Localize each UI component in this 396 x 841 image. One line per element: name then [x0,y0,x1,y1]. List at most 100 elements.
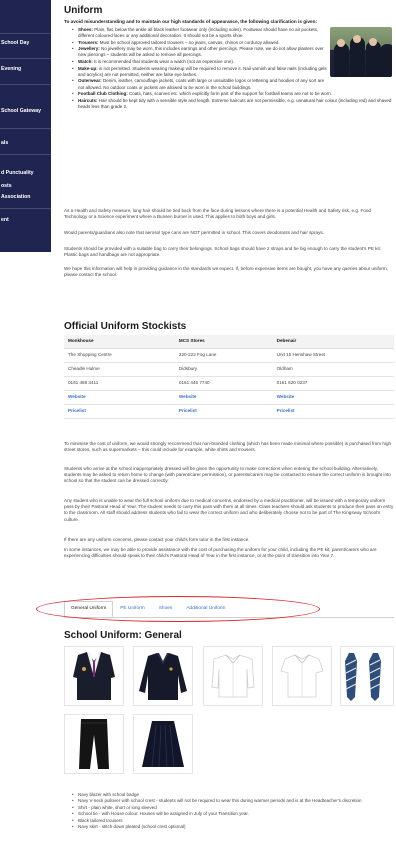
rule-item: Shoes: Plain, flat, below the ankle all … [72,27,328,39]
student-figure [380,44,392,77]
concerns-paragraph: If there are any uniform concerns, pleas… [64,537,250,542]
rule-text: Coats, hats, scarves etc. which explicit… [129,91,332,97]
rule-text: It is recommended that students wear a w… [94,59,235,65]
rule-item: Trousers: Must be school approved tailor… [72,40,328,46]
table-header-row: Monkhouse MCS Stores Debenair [64,335,394,349]
sidebar-item-association[interactable]: Association [0,194,51,201]
table-row: Cheadle Hulme Didsbury Oldham [64,362,394,377]
pricelist-link[interactable]: Pricelist [64,404,175,419]
rule-text: Hair should be kept tidy with a sensible… [78,97,392,109]
table-cell: 0161 488 3411 [64,376,175,391]
sidebar-item-costs[interactable]: osts [0,183,51,190]
skirt-image[interactable] [133,714,193,774]
table-cell: Cheadle Hulme [64,362,175,377]
rule-term: Jewellery: [78,46,100,52]
rule-term: Make-up: [78,65,98,71]
table-cell: Oldham [272,362,394,377]
sidebar-item-ent[interactable]: ent [0,217,51,224]
list-item: Shirt - plain white, short or long sleev… [72,805,394,811]
student-face [337,39,345,47]
rule-term: Outerwear: [78,78,102,84]
list-item: Navy skirt - stitch down pleated (school… [72,824,394,830]
sidebar-divider [0,128,51,129]
general-uniform-title: School Uniform: General [64,630,182,641]
cost-paragraph: To minimise the cost of uniform, we woul… [64,441,392,453]
table-cell: 220-222 Fog Lane [174,348,273,363]
student-face [353,35,361,43]
rule-term: Trousers: [78,39,99,45]
student-figure [334,43,349,77]
pullover-image[interactable] [133,646,193,706]
column-header: MCS Stores [174,335,273,349]
list-item: Navy blazer with school badge [72,792,394,798]
assistance-paragraph: In some instances, we may be able to pro… [64,547,377,559]
column-header: Monkhouse [64,335,175,349]
highlight-oval [36,596,320,622]
table-row: The Shopping Centre 220-222 Fog Lane Uni… [64,348,394,363]
student-figure [350,37,365,77]
student-figure [366,41,381,77]
rule-term: Shoes: [78,27,94,32]
page-title: Uniform [64,5,103,16]
medical-pass-paragraph: Any student who is unable to wear the fu… [64,498,394,522]
sidebar-item-school-day[interactable]: School Day [0,40,51,47]
rule-term: Football Club Clothing: [78,91,128,97]
inappropriate-dress-paragraph: Students who arrive at the school inappr… [64,466,391,484]
rule-text: No jewellery may be worn, this includes … [78,46,324,58]
tie-image[interactable] [340,646,394,706]
table-row: Website Website Website [64,390,394,405]
rule-item: Jewellery: No jewellery may be worn, thi… [72,46,328,58]
rule-term: Watch: [78,59,93,65]
sidebar-item-als[interactable]: als [0,140,51,147]
uniform-rules-list: Shoes: Plain, flat, below the ankle all … [72,27,391,111]
sidebar-divider [0,154,51,155]
rule-item: Make-up: is not permitted. Students wear… [72,66,328,78]
sidebar-divider [0,84,51,85]
guidance-paragraph: We hope this information will help in pr… [64,266,388,278]
sidebar-divider [0,208,51,209]
health-safety-paragraph: As a Health and Safety measure, long hai… [64,208,371,220]
list-item: School tie - with House colour. Houses w… [72,811,394,817]
aerosol-paragraph: Would parents/guardians also note that a… [64,230,324,235]
student-face [369,38,377,46]
sidebar-divider [0,33,51,34]
pricelist-link[interactable]: Pricelist [272,404,394,419]
list-item: Black tailored trousers [72,818,394,824]
sidebar-item-school-gateway[interactable]: School Gateway [0,108,51,115]
website-link[interactable]: Website [174,390,273,405]
shirt-short-image[interactable] [272,646,332,706]
table-cell: Didsbury [174,362,273,377]
rule-text: Plain, flat, below the ankle all black l… [78,27,319,39]
pricelist-link[interactable]: Pricelist [174,404,273,419]
students-photo [330,27,392,77]
rule-item: Outerwear: Denim, leather, camouflage ja… [72,78,328,90]
website-link[interactable]: Website [64,390,175,405]
table-cell: Unit 15 Henshaw Street [272,348,394,363]
table-cell: 0161 445 7740 [174,376,273,391]
rule-item: Haircuts: Hair should be kept tidy with … [72,98,392,110]
table-row: Pricelist Pricelist Pricelist [64,404,394,419]
sidebar-item-evening[interactable]: Evening [0,66,51,73]
column-header: Debenair [272,335,394,349]
uniform-intro: To avoid misunderstanding and to maintai… [64,19,318,24]
rule-text: Denim, leather, camouflage jackets, coat… [78,78,325,90]
sidebar-divider [0,58,51,59]
general-uniform-list: Navy blazer with school badge Navy V-nec… [72,792,394,831]
website-link[interactable]: Website [272,390,394,405]
rule-item: Watch: It is recommended that students w… [72,59,328,65]
rule-text: is not permitted. Students wearing makeu… [78,65,327,77]
sidebar-item-punctuality[interactable]: d Punctuality [0,170,51,177]
blazer-image[interactable] [64,646,124,706]
rule-term: Haircuts: [78,97,98,103]
table-row: 0161 488 3411 0161 445 7740 0161 620 023… [64,376,394,391]
list-item: Navy V-neck pullover with school crest -… [72,798,394,804]
rule-text: Must be school approved tailored trouser… [99,39,280,45]
rule-item: Football Club Clothing: Coats, hats, sca… [72,91,392,97]
sidebar-nav: School Day Evening School Gateway als d … [0,0,51,252]
table-cell: 0161 620 0237 [272,376,394,391]
trousers-image[interactable] [64,714,124,774]
stockists-table: Monkhouse MCS Stores Debenair The Shoppi… [64,335,394,419]
shirt-long-image[interactable] [203,646,263,706]
stockists-title: Official Uniform Stockists [64,321,187,332]
table-cell: The Shopping Centre [64,348,175,363]
